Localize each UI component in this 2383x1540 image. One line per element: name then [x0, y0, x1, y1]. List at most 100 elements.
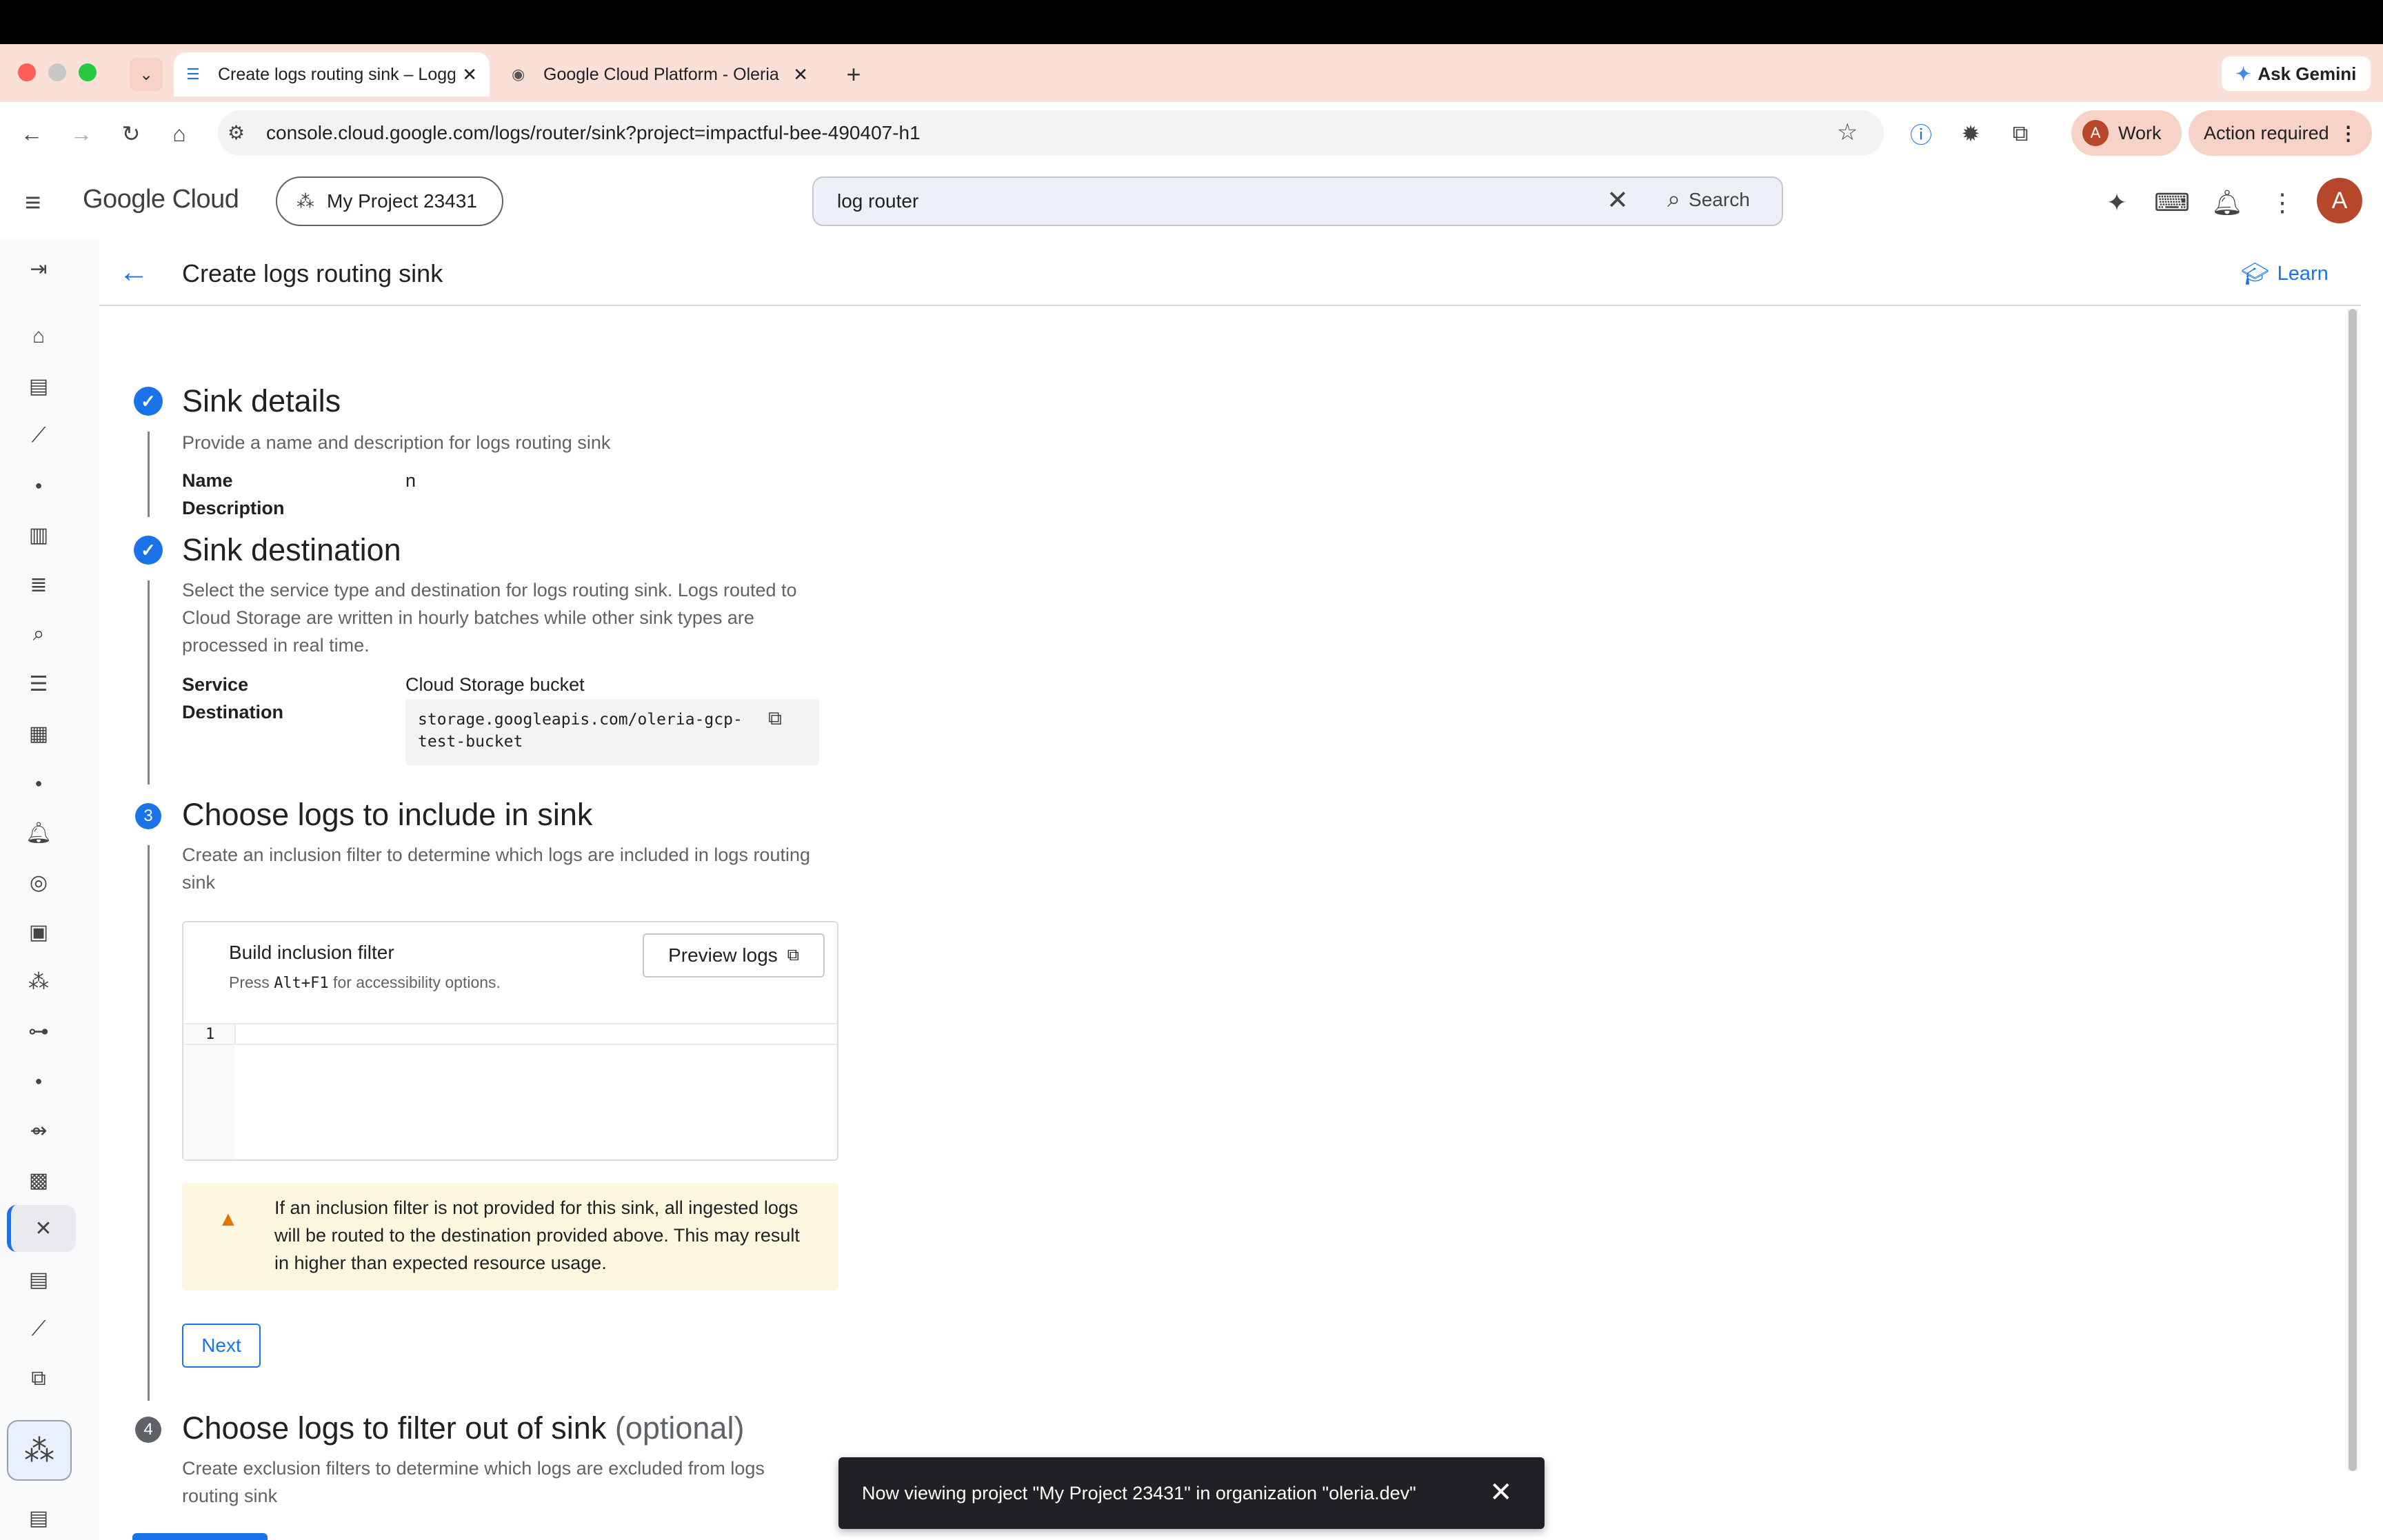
service-value: Cloud Storage bucket — [405, 674, 585, 695]
notes-icon[interactable]: ▤ — [21, 1262, 57, 1297]
destination-value-box: storage.googleapis.com/oleria-gcp-test-b… — [405, 699, 819, 765]
extensions-puzzle-icon[interactable]: ⧉ — [2005, 119, 2035, 149]
dashboard-icon[interactable]: ▤ — [21, 368, 57, 404]
zoom-window-button[interactable] — [79, 63, 97, 81]
filter-query-editor[interactable] — [234, 1023, 836, 1045]
url-bar[interactable]: console.cloud.google.com/logs/router/sin… — [218, 110, 1884, 156]
tab-search-button[interactable]: ⌄ — [130, 58, 163, 91]
logs-list-icon[interactable]: ≣ — [21, 567, 57, 602]
analytics-icon[interactable]: ▦ — [21, 716, 57, 751]
log-search-icon[interactable]: ⌕ — [21, 616, 57, 652]
query-insights-icon[interactable]: ⟋ — [21, 1311, 57, 1347]
step-number-badge: 3 — [135, 803, 161, 829]
list-icon: ☰ — [186, 65, 200, 83]
search-button-label: Search — [1689, 188, 1750, 210]
extension-gear-icon[interactable]: ✹ — [1955, 119, 1986, 149]
storage-icon[interactable]: ▩ — [21, 1162, 57, 1198]
monitor-icon[interactable]: ▣ — [21, 914, 57, 950]
learn-button[interactable]: 🎓︎ Learn — [2241, 261, 2329, 287]
arrow-left-icon: ← — [21, 121, 43, 146]
collapse-nav-icon[interactable]: ⇥ — [21, 251, 57, 287]
bar-chart-icon[interactable]: ▥ — [21, 517, 57, 553]
site-settings-icon[interactable]: ⚙ — [228, 121, 245, 144]
search-input-value: log router — [837, 190, 919, 212]
log-router-icon[interactable]: ✕ — [7, 1205, 76, 1252]
log-router-input-icon[interactable]: ⇴ — [21, 1113, 57, 1148]
dot-divider-icon: ● — [34, 776, 43, 790]
scrollbar-thumb[interactable] — [2349, 309, 2357, 1471]
destination-label: Destination — [182, 702, 284, 722]
ask-gemini-button[interactable]: ✦ Ask Gemini — [2222, 57, 2371, 91]
project-picker[interactable]: ⁂ My Project 23431 — [276, 176, 503, 226]
ask-gemini-label: Ask Gemini — [2258, 63, 2357, 84]
close-snackbar-icon[interactable]: ✕ — [1489, 1477, 1513, 1508]
new-tab-button[interactable]: + — [837, 58, 870, 91]
description-label: Description — [182, 498, 285, 518]
bookmark-star-icon[interactable]: ☆ — [1837, 119, 1858, 146]
learn-label: Learn — [2277, 262, 2329, 285]
google-cloud-logo[interactable]: Google Cloud — [83, 185, 239, 214]
release-notes-icon[interactable]: ▤ — [21, 1500, 57, 1536]
step-connector — [148, 580, 150, 784]
copy-icon[interactable]: ⧉ — [768, 707, 782, 730]
chevron-down-icon: ⌄ — [139, 65, 154, 84]
close-window-button[interactable] — [18, 63, 36, 81]
account-avatar[interactable]: A — [2317, 178, 2362, 223]
action-required-button[interactable]: Action required ⋮ — [2189, 110, 2372, 156]
cloud-shell-icon[interactable]: ⌨ — [2154, 186, 2190, 219]
home-button[interactable]: ⌂ — [164, 119, 194, 149]
back-arrow-icon[interactable]: ← — [119, 255, 149, 290]
project-name: My Project 23431 — [327, 190, 477, 212]
step-title-sink-details[interactable]: Sink details — [182, 383, 341, 419]
tab-create-logs-routing-sink[interactable]: ☰ Create logs routing sink – Logging ✕ — [174, 52, 490, 97]
editor-line-number: 1 — [205, 1026, 215, 1043]
alert-bell-icon[interactable]: 🔔︎ — [21, 815, 57, 851]
filter-accessibility-hint: Press Alt+F1 for accessibility options. — [229, 973, 501, 992]
step-title-sink-destination[interactable]: Sink destination — [182, 532, 401, 568]
reload-icon: ↻ — [121, 121, 141, 146]
hamburger-menu-icon[interactable]: ≡ — [25, 188, 41, 219]
minimize-window-button[interactable] — [48, 63, 66, 81]
dot-divider-icon: ● — [34, 1073, 43, 1088]
product-hub-icon[interactable]: ⁂ — [7, 1420, 72, 1481]
trace-list-icon[interactable]: ☰ — [21, 666, 57, 702]
back-button[interactable]: ← — [17, 119, 47, 149]
create-sink-button[interactable] — [132, 1533, 268, 1540]
destination-value: storage.googleapis.com/oleria-gcp-test-b… — [418, 711, 743, 751]
school-icon: 🎓︎ — [2241, 261, 2269, 286]
tab-google-cloud-platform[interactable]: ◉ Google Cloud Platform - Oleria ✕ — [499, 52, 821, 97]
tab-title: Google Cloud Platform - Oleria — [543, 64, 779, 84]
next-button[interactable]: Next — [182, 1324, 261, 1368]
copy-layers-icon[interactable]: ⧉ — [21, 1361, 57, 1397]
step-title-filter-out: Choose logs to filter out of sink (optio… — [182, 1410, 745, 1446]
password-manager-icon[interactable]: ⓘ — [1906, 119, 1936, 149]
groups-icon[interactable]: ⊶ — [21, 1013, 57, 1049]
reload-button[interactable]: ↻ — [116, 119, 146, 149]
preview-logs-button[interactable]: Preview logs ⧉ — [643, 933, 825, 977]
project-hub-icon: ⁂ — [296, 190, 314, 212]
profile-button[interactable]: A Work — [2071, 110, 2182, 156]
keyboard-shortcut: Alt+F1 — [274, 975, 329, 992]
gemini-sparkle-icon[interactable]: ✦ — [2100, 186, 2133, 219]
more-vert-icon[interactable]: ⋮ — [2266, 186, 2299, 219]
more-vert-icon: ⋮ — [2338, 122, 2358, 144]
open-in-new-icon: ⧉ — [787, 946, 799, 964]
forward-button[interactable]: → — [66, 119, 97, 149]
home-icon[interactable]: ⌂ — [21, 318, 57, 354]
notifications-bell-icon[interactable]: 🔔︎ — [2211, 186, 2244, 219]
profile-label: Work — [2118, 122, 2162, 143]
close-tab-icon[interactable]: ✕ — [793, 64, 808, 85]
home-icon: ⌂ — [172, 121, 186, 146]
step-description: Select the service type and destination … — [182, 580, 797, 656]
page-title: Create logs routing sink — [182, 259, 443, 287]
clear-search-icon[interactable]: ✕ — [1607, 185, 1629, 216]
uptime-icon[interactable]: ◎ — [21, 864, 57, 900]
profile-avatar: A — [2082, 120, 2109, 146]
search-button[interactable]: ⌕ Search — [1667, 186, 1750, 213]
search-input[interactable]: log router — [812, 176, 1783, 226]
close-tab-icon[interactable]: ✕ — [462, 64, 477, 85]
service-graph-icon[interactable]: ⁂ — [21, 964, 57, 1000]
tab-title: Create logs routing sink – Logging — [218, 64, 456, 84]
metrics-chart-icon[interactable]: ⟋ — [21, 418, 57, 454]
url-text: console.cloud.google.com/logs/router/sin… — [266, 122, 921, 143]
